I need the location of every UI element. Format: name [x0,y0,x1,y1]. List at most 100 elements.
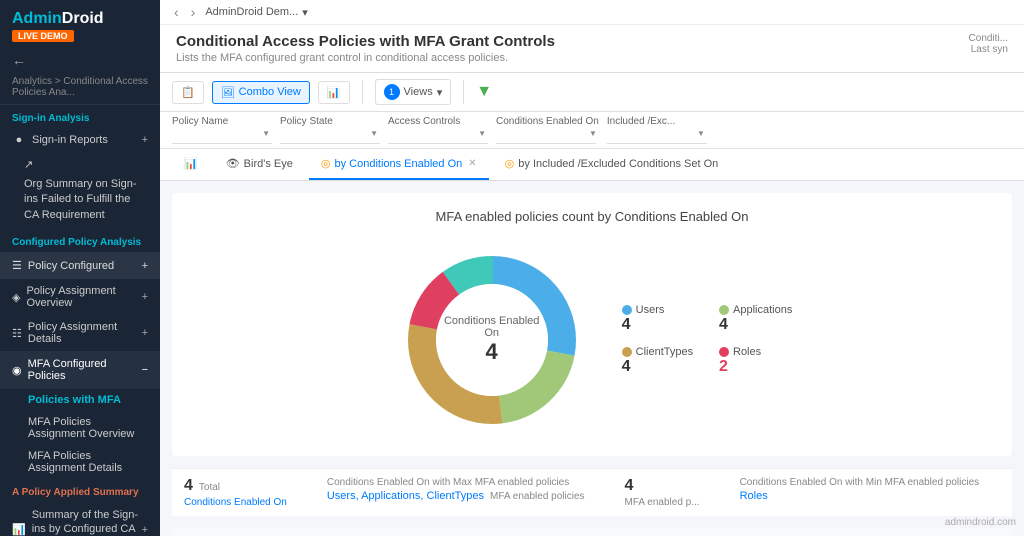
legend-users: Users 4 [622,304,695,334]
max-link[interactable]: Users, Applications, ClientTypes [327,490,484,502]
filter-bar: Policy Name Policy State Access Controls… [160,112,1024,149]
filter-policy-state: Policy State [280,116,380,144]
conditions-enabled-select[interactable] [496,127,596,144]
mfa-icon: ◉ [12,364,22,377]
birds-eye-icon: 👁 [226,157,240,170]
bar-chart-tab-icon: 📊 [184,157,198,170]
combo-view-icon: 🖼 [221,86,235,99]
col-policy-name: Policy Name ↑ ⋮ [172,528,407,536]
views-button[interactable]: 1 Views ▾ [375,79,452,105]
sidebar-sub-policies-with-mfa[interactable]: Policies with MFA [0,389,160,411]
current-page-label: AdminDroid Dem... [205,6,298,18]
table-header-row: Policy Name ↑ ⋮ Policy State ⋮ Access Co… [172,528,1012,536]
assignment-details-icon: ☷ [12,327,22,340]
expand-icon[interactable]: + [142,134,148,146]
col-policy-state: Policy State ⋮ [407,528,535,536]
export-button[interactable]: 📋 [172,81,204,104]
clienttypes-color-dot [622,347,632,357]
filter-policy-name: Policy Name [172,116,272,144]
page-nav-dropdown[interactable]: AdminDroid Dem... ▾ [205,6,307,19]
tab-close-icon[interactable]: ✕ [468,158,476,169]
donut-center-value: 4 [442,339,542,365]
sidebar-item-policy-assignment-details[interactable]: ☷ Policy Assignment Details + [0,315,160,351]
access-controls-select[interactable] [388,127,488,144]
policy-configured-expand[interactable]: + [142,260,148,272]
table-wrapper: Policy Name ↑ ⋮ Policy State ⋮ Access Co… [172,528,1012,536]
tab-conditions-enabled[interactable]: ◎ by Conditions Enabled On ✕ [309,149,489,180]
toolbar-separator [362,80,363,104]
stat-max: Conditions Enabled On with Max MFA enabl… [327,477,585,508]
signin-reports-icon: ● [12,134,26,146]
expand-icon3[interactable]: + [142,327,148,339]
chart-legend: Users 4 Applications 4 [622,304,793,376]
stat-min: Conditions Enabled On with Min MFA enabl… [740,477,980,508]
section-applied-title: A Policy Applied Summary [0,479,160,502]
tabs-bar: 📊 👁 Bird's Eye ◎ by Conditions Enabled O… [160,149,1024,181]
sidebar-item-org-summary[interactable]: ↗ Org Summary on Sign-ins Failed to Fulf… [0,152,160,229]
logo-text: AdminDroid [12,10,148,28]
mfa-collapse-icon[interactable]: − [142,364,148,376]
stat-total: 4 Total Conditions Enabled On [184,477,287,508]
sidebar-breadcrumb: Analytics > Conditional Access Policies … [0,74,160,105]
col-conditions-summary: Configured Conditions Summary [691,528,1012,536]
logo-area: AdminDroid LIVE DEMO [0,0,160,46]
section-signin-title: Sign-in Analysis [0,105,160,128]
sidebar-item-policy-assignment-overview[interactable]: ◈ Policy Assignment Overview + [0,279,160,315]
sidebar-sub-mfa-assignment-details[interactable]: MFA Policies Assignment Details [0,445,160,479]
summary-icon: 📊 [12,523,26,536]
tab-included-excluded[interactable]: ◎ by Included /Excluded Conditions Set O… [493,149,731,180]
min-link[interactable]: Roles [740,490,768,502]
conditions-tab-icon: ◎ [321,157,331,170]
sidebar-item-policy-configured[interactable]: ☰ Policy Configured + [0,252,160,279]
expand-icon2[interactable]: + [142,291,148,303]
top-nav-bar: ‹ › AdminDroid Dem... ▾ [160,0,1024,25]
toolbar: 📋 🖼 Combo View 📊 1 Views ▾ ▼ [160,73,1024,112]
roles-color-dot [719,347,729,357]
nav-right-arrow[interactable]: › [189,4,198,20]
included-excluded-select[interactable] [607,127,707,144]
tab-birds-eye[interactable]: 👁 Bird's Eye [214,149,305,180]
views-badge: 1 [384,84,400,100]
donut-chart: Conditions Enabled On 4 [392,240,592,440]
stats-bar: 4 Total Conditions Enabled On Conditions… [172,468,1012,516]
filter-button[interactable]: ▼ [476,83,492,101]
watermark: admindroid.com [945,517,1016,528]
legend-applications: Applications 4 [719,304,792,334]
expand-icon4[interactable]: + [142,524,148,536]
export-icon: 📋 [181,86,195,99]
section-policy-title: Configured Policy Analysis [0,229,160,252]
donut-center-label: Conditions Enabled On [442,315,542,339]
donut-center: Conditions Enabled On 4 [442,315,542,365]
chart-section: MFA enabled policies count by Conditions… [172,193,1012,456]
included-tab-icon: ◎ [505,157,515,170]
page-subtitle: Lists the MFA configured grant control i… [176,52,969,64]
org-summary-icon: ↗ [24,158,33,171]
views-dropdown-arrow: ▾ [437,86,443,99]
header-left: Conditional Access Policies with MFA Gra… [176,33,969,64]
tab-bar-chart[interactable]: 📊 [172,149,210,180]
filter-included-excluded: Included /Exc... [607,116,707,144]
filter-conditions-enabled: Conditions Enabled On [496,116,599,144]
nav-left-arrow[interactable]: ‹ [172,4,181,20]
assignment-overview-icon: ◈ [12,291,20,304]
back-button[interactable]: ← [0,46,160,74]
col-access-controls: Access Controls ⋮ [534,528,691,536]
sidebar-item-mfa-configured[interactable]: ◉ MFA Configured Policies − [0,351,160,389]
combo-view-button[interactable]: 🖼 Combo View [212,81,310,104]
sidebar-item-summary-signins[interactable]: 📊 Summary of the Sign-ins by Configured … [0,502,160,536]
chart-icon: 📊 [327,86,341,99]
toolbar-separator2 [463,80,464,104]
policy-name-select[interactable] [172,127,272,144]
chart-button[interactable]: 📊 [318,81,350,104]
chart-content: Conditions Enabled On 4 Users 4 [188,240,996,440]
dropdown-arrow: ▾ [302,6,308,19]
legend-roles: Roles 2 [719,346,792,376]
header-right: Conditi... Last syn [969,33,1008,55]
content-area: 📊 👁 Bird's Eye ◎ by Conditions Enabled O… [160,149,1024,536]
users-color-dot [622,305,632,315]
sidebar-item-signin-reports[interactable]: ● Sign-in Reports + [0,128,160,152]
filter-access-controls: Access Controls [388,116,488,144]
sidebar-sub-mfa-assignment-overview[interactable]: MFA Policies Assignment Overview [0,411,160,445]
legend-clienttypes: ClientTypes 4 [622,346,695,376]
policy-state-select[interactable] [280,127,380,144]
